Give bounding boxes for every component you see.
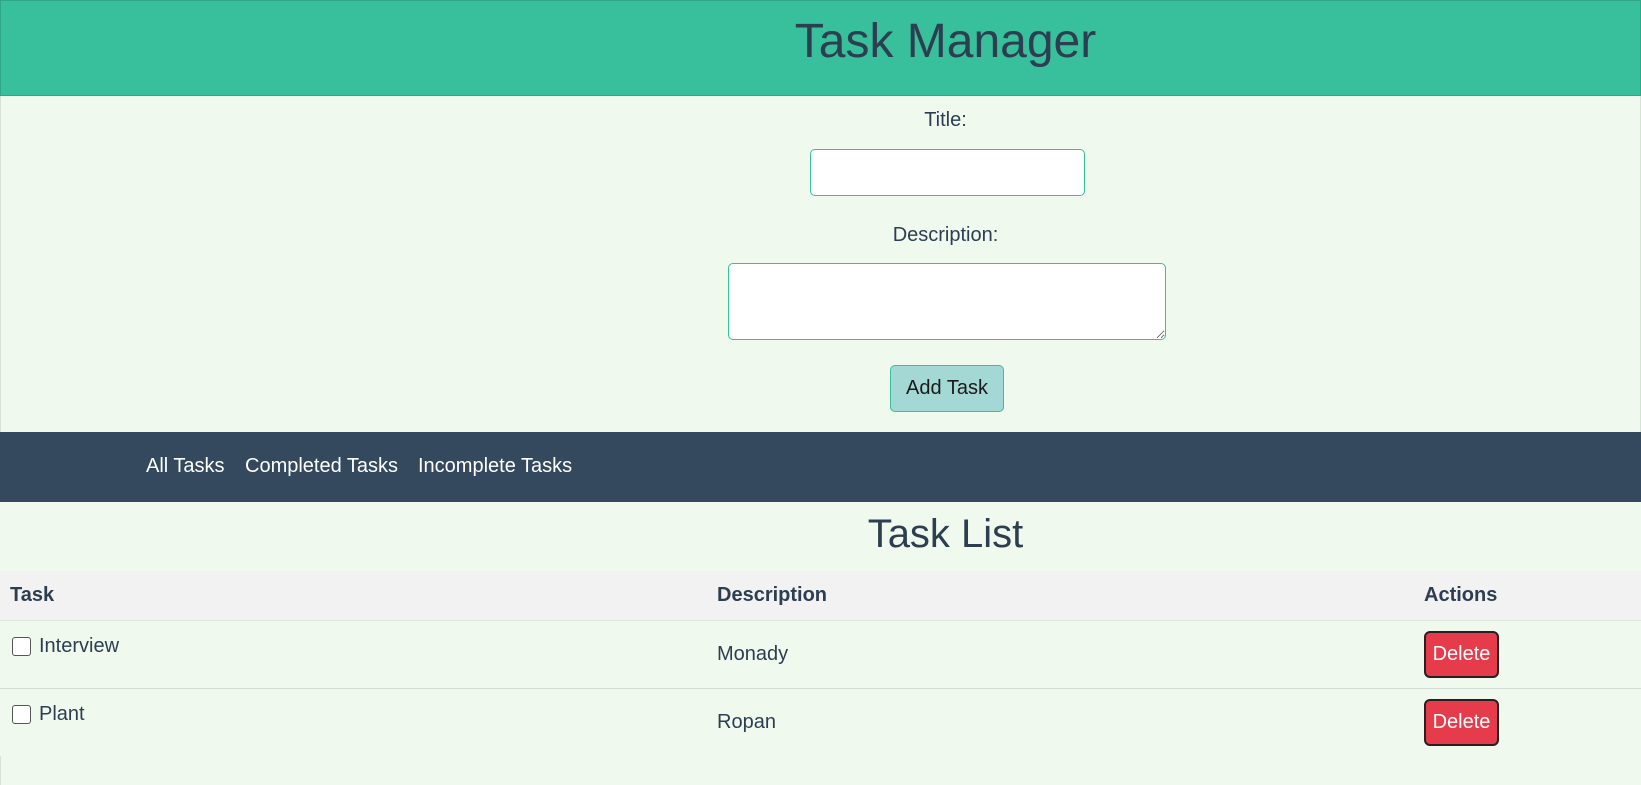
- page-title: Task Manager: [794, 15, 1097, 68]
- task-title: Interview: [39, 634, 120, 657]
- table-row: Plant Ropan Delete: [0, 688, 1641, 756]
- column-header-task: Task: [0, 571, 707, 621]
- column-header-description: Description: [707, 571, 1414, 621]
- task-table: Task Description Actions Interview Monad…: [0, 571, 1641, 757]
- task-title: Plant: [39, 702, 85, 725]
- filter-nav: All Tasks Completed Tasks Incomplete Tas…: [0, 432, 1641, 502]
- task-complete-checkbox[interactable]: [12, 636, 31, 656]
- add-task-button[interactable]: Add Task: [890, 365, 1004, 412]
- table-row: Interview Monady Delete: [0, 620, 1641, 688]
- task-description: Monady: [717, 642, 789, 665]
- task-list-title: Task List: [867, 512, 1024, 556]
- app-header: Task Manager: [0, 0, 1641, 96]
- table-header-row: Task Description Actions: [0, 571, 1641, 621]
- task-actions: Delete: [1414, 688, 1641, 756]
- page-footer-space: [0, 756, 1641, 785]
- nav-incomplete-tasks[interactable]: Incomplete Tasks: [418, 455, 572, 478]
- task-complete-checkbox[interactable]: [12, 704, 31, 724]
- task-actions: Delete: [1414, 620, 1641, 688]
- description-label: Description:: [892, 224, 999, 246]
- nav-completed-tasks[interactable]: Completed Tasks: [245, 455, 398, 478]
- add-task-form: Title: Description: Add Task: [0, 96, 1641, 432]
- delete-button[interactable]: Delete: [1424, 630, 1499, 678]
- description-textarea[interactable]: [728, 263, 1166, 340]
- title-label: Title:: [924, 109, 967, 131]
- title-input[interactable]: [810, 149, 1085, 196]
- task-description: Ropan: [717, 710, 776, 733]
- delete-button[interactable]: Delete: [1424, 698, 1499, 746]
- nav-all-tasks[interactable]: All Tasks: [146, 455, 225, 478]
- column-header-actions: Actions: [1414, 571, 1641, 621]
- task-cell: Interview: [0, 620, 707, 688]
- task-cell: Plant: [0, 688, 707, 756]
